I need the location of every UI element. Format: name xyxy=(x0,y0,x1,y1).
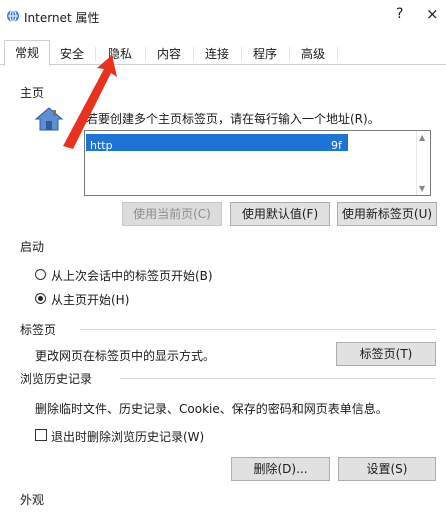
tab-divider xyxy=(0,64,446,65)
home-icon xyxy=(34,107,64,131)
delete-history-button[interactable]: 删除(D)... xyxy=(231,457,330,481)
history-group-divider xyxy=(120,378,436,379)
history-settings-button[interactable]: 设置(S) xyxy=(338,457,436,481)
tabs-settings-button[interactable]: 标签页(T) xyxy=(336,342,436,366)
url-selection: http 9f xyxy=(86,134,348,152)
home-instruction: 若要创建多个主页标签页，请在每行输入一个地址(R)。 xyxy=(86,112,380,126)
scroll-up-icon[interactable]: ▲ xyxy=(419,133,425,142)
use-default-button[interactable]: 使用默认值(F) xyxy=(230,202,330,226)
tab-security[interactable]: 安全 xyxy=(48,42,96,66)
use-new-tab-button[interactable]: 使用新标签页(U) xyxy=(337,202,437,226)
startup-option1-label[interactable]: 从上次会话中的标签页开始(B) xyxy=(51,267,213,284)
history-group-label: 浏览历史记录 xyxy=(20,372,93,386)
use-current-page-button[interactable]: 使用当前页(C) xyxy=(122,202,222,226)
startup-last-session-radio[interactable] xyxy=(35,269,46,280)
home-urls-textarea[interactable]: http 9f ▲ ▼ xyxy=(84,130,431,196)
tab-label: 连接 xyxy=(204,47,229,61)
delete-on-exit-label[interactable]: 退出时删除浏览历史记录(W) xyxy=(51,428,204,445)
history-description: 删除临时文件、历史记录、Cookie、保存的密码和网页表单信息。 xyxy=(35,402,388,416)
tab-privacy[interactable]: 隐私 xyxy=(94,42,146,66)
internet-options-icon xyxy=(7,9,19,23)
tabs-group-divider xyxy=(80,329,436,330)
tab-label: 内容 xyxy=(156,47,181,61)
tab-general[interactable]: 常规 xyxy=(4,40,50,66)
tab-label: 安全 xyxy=(59,47,84,61)
tab-label: 常规 xyxy=(14,46,39,60)
tab-programs[interactable]: 程序 xyxy=(240,42,290,66)
home-group-label: 主页 xyxy=(20,86,45,100)
tabs-group-label: 标签页 xyxy=(20,323,57,337)
title-bar: Internet 属性 ? × xyxy=(0,0,446,32)
close-button[interactable]: × xyxy=(426,5,439,23)
appearance-group-label: 外观 xyxy=(20,493,45,507)
startup-group-label: 启动 xyxy=(20,240,45,254)
tab-label: 隐私 xyxy=(107,47,132,61)
tab-label: 程序 xyxy=(252,47,277,61)
window-title: Internet 属性 xyxy=(24,11,100,25)
radio-selected-dot xyxy=(38,296,43,301)
help-button[interactable]: ? xyxy=(396,6,403,22)
textarea-scrollbar[interactable]: ▲ ▼ xyxy=(416,131,430,195)
url-text-end: 9f xyxy=(331,139,342,152)
tab-label: 高级 xyxy=(300,47,325,61)
url-text-start: http xyxy=(90,139,113,152)
tab-advanced[interactable]: 高级 xyxy=(288,42,338,66)
startup-option2-label[interactable]: 从主页开始(H) xyxy=(51,291,129,308)
startup-home-page-radio[interactable] xyxy=(35,293,46,304)
tabs-description: 更改网页在标签页中的显示方式。 xyxy=(35,349,216,363)
tab-content[interactable]: 内容 xyxy=(144,42,194,66)
delete-on-exit-checkbox[interactable] xyxy=(35,429,47,441)
scroll-down-icon[interactable]: ▼ xyxy=(419,184,425,193)
tab-connections[interactable]: 连接 xyxy=(192,42,242,66)
tab-strip: 常规 安全 隐私 内容 连接 程序 高级 xyxy=(0,40,446,66)
